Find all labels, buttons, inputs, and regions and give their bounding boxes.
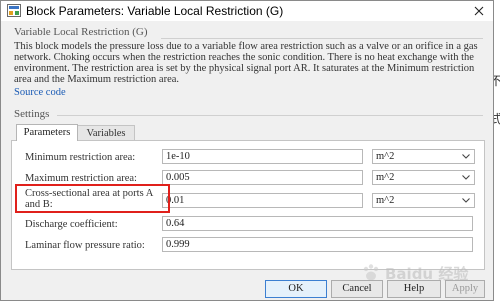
simulink-block-icon [7,4,21,17]
chevron-down-icon [462,175,470,180]
unit-value: m^2 [376,151,395,162]
help-button[interactable]: Help [387,280,441,298]
discharge-coefficient-field[interactable]: 0.64 [162,216,473,231]
divider [57,115,483,116]
block-parameters-dialog: Block Parameters: Variable Local Restric… [0,0,494,301]
max-restriction-area-field[interactable]: 0.005 [162,170,363,185]
close-icon [474,6,484,16]
settings-heading: Settings [14,108,50,120]
min-restriction-area-field[interactable]: 1e-10 [162,149,363,164]
ok-button[interactable]: OK [265,280,327,298]
window-title: Block Parameters: Variable Local Restric… [26,4,284,18]
max-area-unit-select[interactable]: m^2 [372,170,475,185]
cross-area-unit-select[interactable]: m^2 [372,193,475,208]
cancel-button[interactable]: Cancel [331,280,383,298]
annotation-highlight-box [15,184,170,213]
param-label-min-area: Minimum restriction area: [25,152,136,163]
param-label-max-area: Maximum restriction area: [25,173,137,184]
tab-variables[interactable]: Variables [77,125,135,140]
param-label-laminar-ratio: Laminar flow pressure ratio: [25,240,145,251]
chevron-down-icon [462,154,470,159]
laminar-pressure-ratio-field[interactable]: 0.999 [162,237,473,252]
chevron-down-icon [462,198,470,203]
unit-value: m^2 [376,195,395,206]
unit-value: m^2 [376,172,395,183]
source-code-link[interactable]: Source code [14,87,66,98]
block-description: This block models the pressure loss due … [14,41,478,85]
divider [161,38,483,39]
block-heading: Variable Local Restriction (G) [14,26,148,38]
tab-parameters[interactable]: Parameters [16,124,78,141]
min-area-unit-select[interactable]: m^2 [372,149,475,164]
title-bar[interactable]: Block Parameters: Variable Local Restric… [1,1,493,21]
apply-button[interactable]: Apply [445,280,485,298]
close-button[interactable] [470,2,488,20]
cross-sectional-area-field[interactable]: 0.01 [162,193,363,208]
param-label-discharge-coefficient: Discharge coefficient: [25,219,118,230]
